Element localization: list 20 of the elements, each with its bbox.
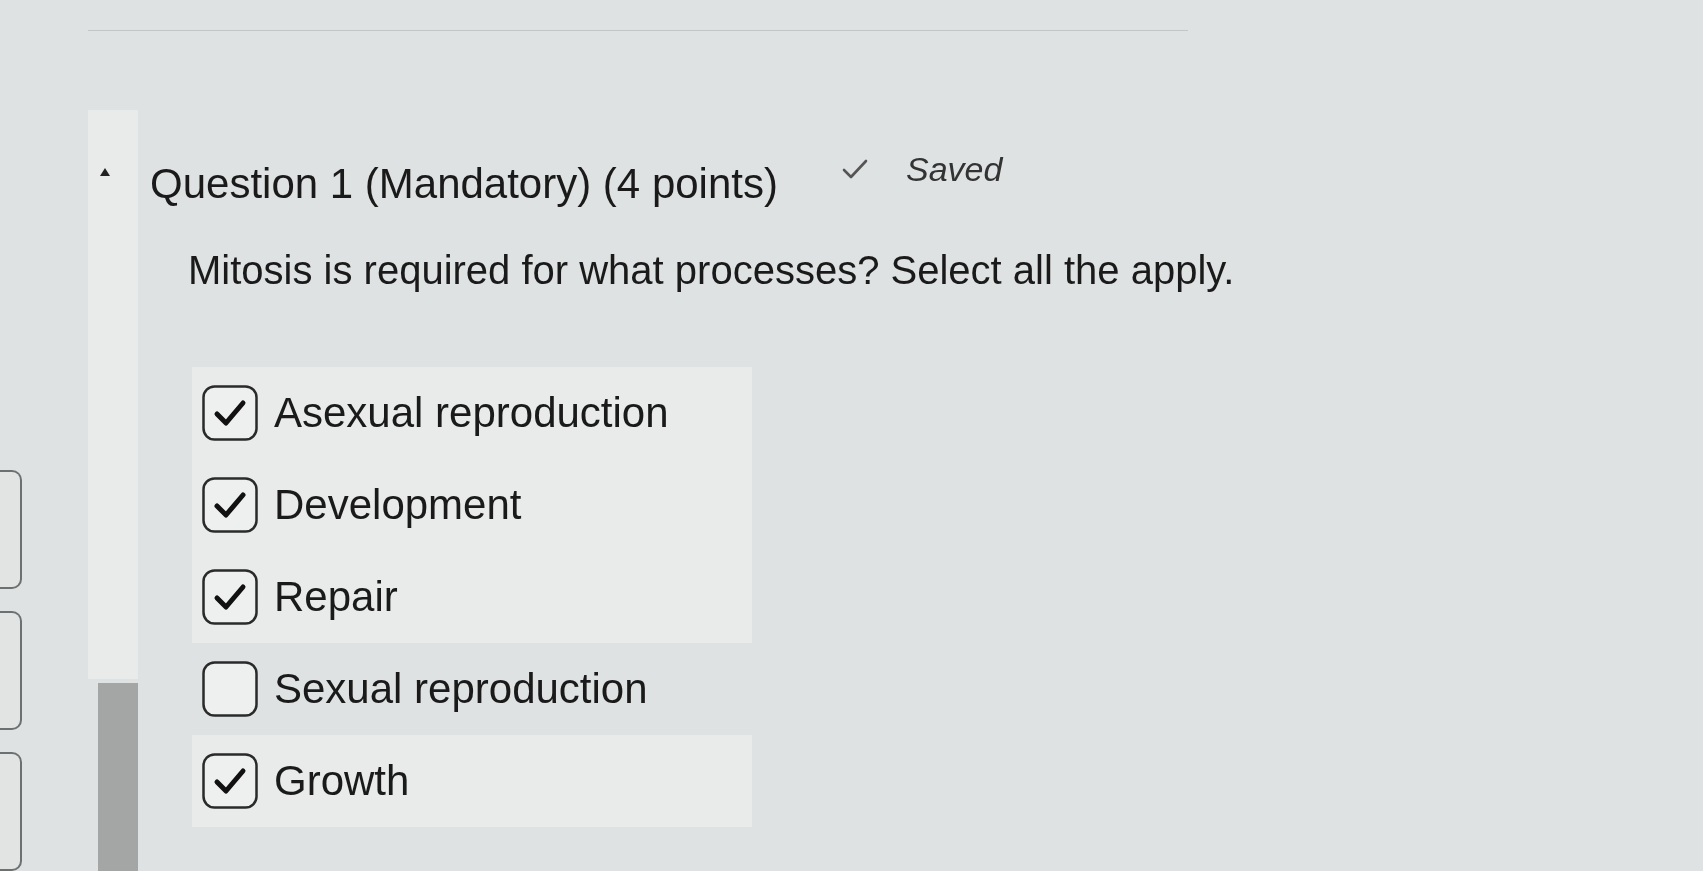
checkbox[interactable] (202, 753, 258, 809)
scroll-thumb[interactable] (98, 683, 138, 871)
checkbox[interactable] (202, 569, 258, 625)
option-label: Asexual reproduction (274, 388, 669, 438)
answer-option[interactable]: Asexual reproduction (192, 367, 752, 459)
save-status: Saved (905, 149, 1003, 189)
checkbox[interactable] (202, 385, 258, 441)
option-label: Development (274, 480, 522, 530)
checkbox[interactable] (202, 661, 258, 717)
answer-option[interactable]: Development (192, 459, 752, 551)
collapse-icon[interactable] (100, 168, 110, 176)
answer-option[interactable]: Repair (192, 551, 752, 643)
question-title: Question 1 (Mandatory) (4 points) (150, 159, 778, 209)
answer-option[interactable]: Growth (192, 735, 752, 827)
answer-option[interactable]: Sexual reproduction (192, 643, 752, 735)
option-label: Sexual reproduction (274, 664, 648, 714)
option-label: Growth (274, 756, 410, 806)
option-label: Repair (274, 572, 398, 622)
question-prompt: Mitosis is required for what processes? Select all the apply. (188, 247, 1235, 294)
checkbox[interactable] (202, 477, 258, 533)
